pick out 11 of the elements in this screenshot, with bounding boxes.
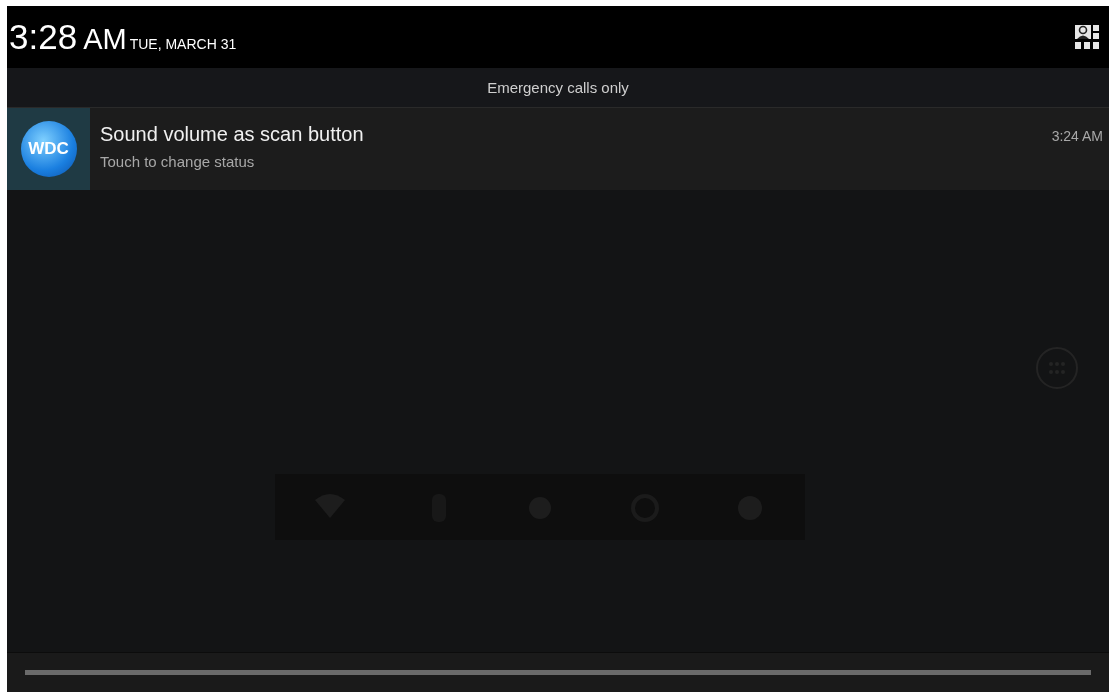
clock-time: 3:28: [9, 17, 78, 57]
notification-text: Touch to change status: [100, 153, 256, 170]
notification-card[interactable]: WDC Sound volume as scan button Touch to change status 3:24 AM: [7, 108, 1109, 190]
date-label: TUE, MARCH 31: [129, 36, 237, 52]
user-grid-icon[interactable]: [1075, 25, 1099, 49]
notification-title: Sound volume as scan button: [100, 123, 365, 146]
app-logo-text: WDC: [28, 139, 69, 159]
carrier-label: Emergency calls only: [7, 68, 1109, 108]
notification-time: 3:24 AM: [1051, 127, 1104, 146]
drag-handle[interactable]: [25, 670, 1091, 675]
clock-am-pm: AM: [83, 23, 127, 56]
